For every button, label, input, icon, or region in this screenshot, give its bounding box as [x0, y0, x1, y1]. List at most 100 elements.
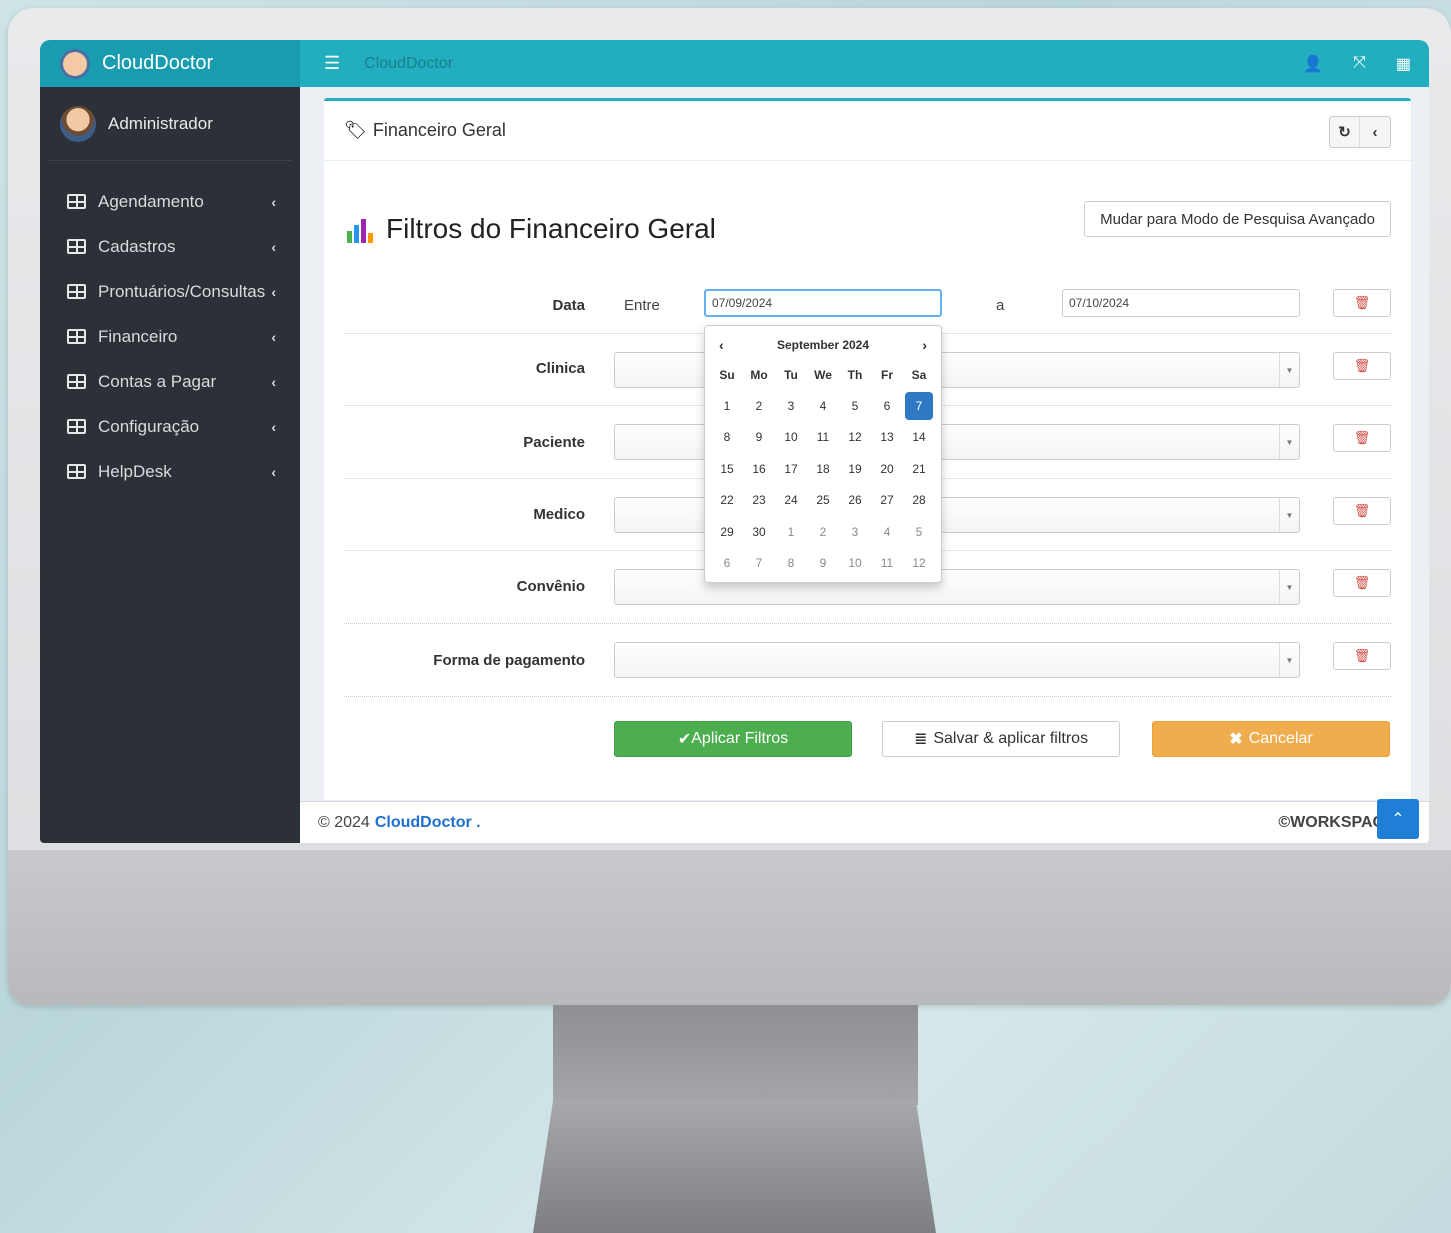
cancel-label: Cancelar: [1248, 730, 1313, 747]
clear-data-button[interactable]: 🗑: [1333, 289, 1391, 317]
sidebar-item-agendamento[interactable]: Agendamento ‹: [40, 179, 300, 224]
calendar-day[interactable]: 9: [807, 548, 839, 580]
weekday-label: Mo: [750, 368, 768, 382]
trash-icon: 🗑: [1353, 575, 1371, 590]
weekday-label: Su: [719, 368, 735, 382]
calendar-day[interactable]: 9: [743, 422, 775, 454]
clear-medico-button[interactable]: 🗑: [1333, 497, 1391, 525]
close-icon: ✖: [1229, 731, 1243, 748]
datepicker: ‹ September 2024 › Su Mo Tu We Th Fr Sa 1 2 3 4 5 6 7…: [704, 325, 942, 583]
brand[interactable]: CloudDoctor: [40, 40, 300, 87]
calendar-day[interactable]: 5: [839, 390, 871, 422]
filter-label-data: Data: [552, 297, 585, 314]
calendar-day[interactable]: 2: [743, 390, 775, 422]
chevron-down-icon: ▼: [1279, 570, 1299, 604]
box-title: Financeiro Geral: [372, 120, 506, 140]
clear-convenio-button[interactable]: 🗑: [1333, 569, 1391, 597]
date-from-input[interactable]: 07/09/2024: [704, 289, 942, 317]
clear-forma-pagamento-button[interactable]: 🗑: [1333, 642, 1391, 670]
calendar-day[interactable]: 25: [807, 485, 839, 517]
collapse-icon[interactable]: ‹: [1360, 117, 1390, 147]
calendar-day[interactable]: 3: [839, 516, 871, 548]
sidebar-item-contas-a-pagar[interactable]: Contas a Pagar ‹: [40, 359, 300, 404]
calendar-day[interactable]: 26: [839, 485, 871, 517]
sidebar-item-helpdesk[interactable]: HelpDesk ‹: [40, 449, 300, 494]
calendar-day[interactable]: 5: [903, 516, 935, 548]
refresh-icon[interactable]: ↻: [1330, 117, 1360, 147]
calendar-day[interactable]: 2: [807, 516, 839, 548]
prev-month-icon[interactable]: ‹: [719, 337, 724, 353]
calendar-day[interactable]: 29: [711, 516, 743, 548]
table-icon: [67, 284, 86, 299]
monitor-chin: [8, 850, 1451, 1005]
sidebar-item-label: Prontuários/Consultas: [98, 281, 266, 301]
calendar-day[interactable]: 22: [711, 485, 743, 517]
calendar-day[interactable]: 1: [711, 390, 743, 422]
monitor-stand-base: [533, 1100, 936, 1233]
table-icon: [67, 329, 86, 344]
sidebar-item-configuracao[interactable]: Configuração ‹: [40, 404, 300, 449]
sidebar-item-prontuarios[interactable]: Prontuários/Consultas ‹: [40, 269, 300, 314]
sidebar-item-financeiro[interactable]: Financeiro ‹: [40, 314, 300, 359]
forma-pagamento-select[interactable]: ▼: [614, 642, 1300, 678]
clear-paciente-button[interactable]: 🗑: [1333, 424, 1391, 452]
sidebar-menu: Agendamento ‹ Cadastros ‹ Prontuários/Co…: [40, 179, 300, 494]
calendar-day[interactable]: 20: [871, 453, 903, 485]
sidebar-item-cadastros[interactable]: Cadastros ‹: [40, 224, 300, 269]
calendar-day[interactable]: 12: [839, 422, 871, 454]
advanced-search-button[interactable]: Mudar para Modo de Pesquisa Avançado: [1084, 201, 1391, 237]
calendar-day[interactable]: 12: [903, 548, 935, 580]
save-apply-filters-button[interactable]: ≣ Salvar & aplicar filtros: [882, 721, 1120, 757]
calendar-day[interactable]: 16: [743, 453, 775, 485]
calendar-day[interactable]: 6: [871, 390, 903, 422]
calendar-day[interactable]: 24: [775, 485, 807, 517]
chevron-left-icon: ‹: [271, 238, 276, 255]
list-icon: ≣: [913, 731, 928, 748]
calendar-day[interactable]: 3: [775, 390, 807, 422]
calendar-day[interactable]: 14: [903, 422, 935, 454]
check-icon: ✔: [677, 731, 692, 748]
calendar-day[interactable]: 4: [807, 390, 839, 422]
footer-copyright: © 2024: [318, 813, 370, 831]
calendar-day[interactable]: 19: [839, 453, 871, 485]
calendar-day[interactable]: 11: [871, 548, 903, 580]
calendar-day[interactable]: 8: [711, 422, 743, 454]
hamburger-menu-icon[interactable]: ☰: [324, 53, 340, 74]
sidebar-item-label: Agendamento: [98, 191, 204, 211]
calendar-day[interactable]: 10: [775, 422, 807, 454]
apply-filters-button[interactable]: ✔ Aplicar Filtros: [614, 721, 852, 757]
calendar-day[interactable]: 28: [903, 485, 935, 517]
calendar-day[interactable]: 10: [839, 548, 871, 580]
calendar-day[interactable]: 4: [871, 516, 903, 548]
calendar-day[interactable]: 23: [743, 485, 775, 517]
calendar-day[interactable]: 18: [807, 453, 839, 485]
chevron-left-icon: ‹: [271, 418, 276, 435]
calendar-day[interactable]: 11: [807, 422, 839, 454]
next-month-icon[interactable]: ›: [922, 337, 927, 353]
grid-icon[interactable]: ▦: [1396, 54, 1411, 74]
calendar-day[interactable]: 8: [775, 548, 807, 580]
chevron-down-icon: ▼: [1279, 353, 1299, 387]
calendar-day[interactable]: 15: [711, 453, 743, 485]
calendar-day[interactable]: 27: [871, 485, 903, 517]
filter-label: Forma de pagamento: [433, 652, 585, 669]
calendar-day[interactable]: 1: [775, 516, 807, 548]
calendar-day[interactable]: 13: [871, 422, 903, 454]
user-icon[interactable]: 👤: [1303, 54, 1323, 74]
datepicker-month[interactable]: September 2024: [777, 338, 869, 352]
calendar-day[interactable]: 21: [903, 453, 935, 485]
calendar-day[interactable]: 7: [743, 548, 775, 580]
footer-brand-link[interactable]: CloudDoctor .: [375, 814, 481, 832]
app-screen: CloudDoctor ☰ CloudDoctor 👤 ⤧ ▦ Administ…: [40, 40, 1429, 843]
footer: © 2024 CloudDoctor . ©WORKSPACE se: [300, 801, 1429, 843]
calendar-day[interactable]: 17: [775, 453, 807, 485]
clear-clinica-button[interactable]: 🗑: [1333, 352, 1391, 380]
fullscreen-icon[interactable]: ⤧: [1353, 54, 1366, 74]
calendar-day[interactable]: 7: [905, 392, 933, 420]
doctor-logo-icon: [60, 48, 90, 79]
scroll-top-button[interactable]: ⌃: [1377, 799, 1419, 839]
calendar-day[interactable]: 6: [711, 548, 743, 580]
calendar-day[interactable]: 30: [743, 516, 775, 548]
cancel-button[interactable]: ✖ Cancelar: [1152, 721, 1390, 757]
date-to-input[interactable]: 07/10/2024: [1062, 289, 1300, 317]
